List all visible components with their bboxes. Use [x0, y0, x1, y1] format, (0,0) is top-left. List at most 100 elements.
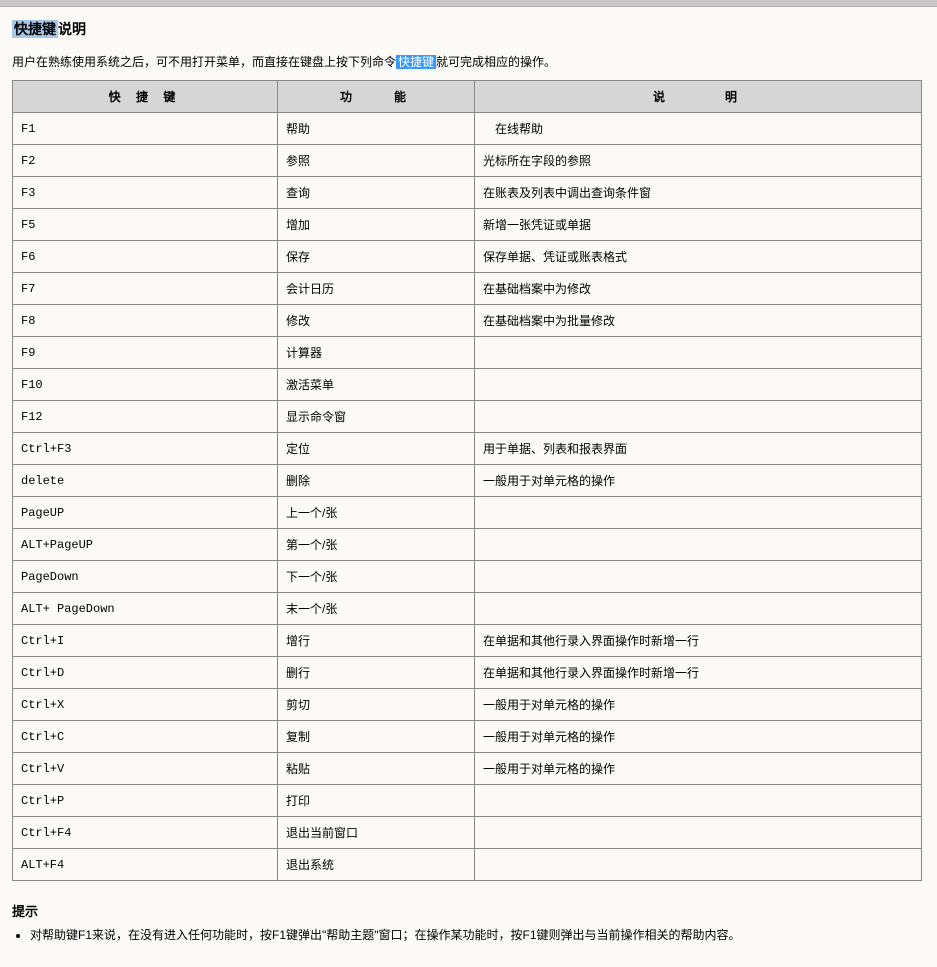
table-row: Ctrl+F4退出当前窗口: [13, 817, 922, 849]
cell-desc: [475, 593, 922, 625]
cell-key: F8: [13, 305, 278, 337]
cell-key: F10: [13, 369, 278, 401]
cell-key: F7: [13, 273, 278, 305]
cell-key: Ctrl+D: [13, 657, 278, 689]
table-header-row: 快 捷 键 功 能 说 明: [13, 81, 922, 113]
heading-rest: 说明: [58, 21, 86, 37]
cell-desc: 在基础档案中为批量修改: [475, 305, 922, 337]
cell-func: 定位: [278, 433, 475, 465]
shortcut-table: 快 捷 键 功 能 说 明 F1帮助在线帮助F2参照光标所在字段的参照F3查询在…: [12, 80, 922, 881]
cell-desc: [475, 529, 922, 561]
cell-desc: [475, 817, 922, 849]
cell-func: 显示命令窗: [278, 401, 475, 433]
cell-func: 第一个/张: [278, 529, 475, 561]
cell-desc: 用于单据、列表和报表界面: [475, 433, 922, 465]
cell-desc: 在单据和其他行录入界面操作时新增一行: [475, 657, 922, 689]
table-body: F1帮助在线帮助F2参照光标所在字段的参照F3查询在账表及列表中调出查询条件窗F…: [13, 113, 922, 881]
intro-highlight: 快捷键: [396, 55, 436, 69]
table-row: Ctrl+C复制一般用于对单元格的操作: [13, 721, 922, 753]
intro-after: 就可完成相应的操作。: [436, 55, 556, 69]
table-row: ALT+PageUP第一个/张: [13, 529, 922, 561]
table-row: F8修改在基础档案中为批量修改: [13, 305, 922, 337]
table-row: F7会计日历在基础档案中为修改: [13, 273, 922, 305]
cell-desc: [475, 369, 922, 401]
table-row: F5增加新增一张凭证或单据: [13, 209, 922, 241]
cell-func: 删除: [278, 465, 475, 497]
table-row: PageDown下一个/张: [13, 561, 922, 593]
cell-key: ALT+PageUP: [13, 529, 278, 561]
cell-func: 参照: [278, 145, 475, 177]
table-row: Ctrl+V粘贴一般用于对单元格的操作: [13, 753, 922, 785]
cell-key: F3: [13, 177, 278, 209]
cell-desc: 新增一张凭证或单据: [475, 209, 922, 241]
header-key: 快 捷 键: [13, 81, 278, 113]
cell-key: F2: [13, 145, 278, 177]
cell-desc: [475, 401, 922, 433]
cell-func: 打印: [278, 785, 475, 817]
table-row: F12显示命令窗: [13, 401, 922, 433]
cell-key: PageUP: [13, 497, 278, 529]
cell-func: 删行: [278, 657, 475, 689]
table-row: Ctrl+P打印: [13, 785, 922, 817]
tips-title: 提示: [12, 901, 925, 920]
intro-before: 用户在熟练使用系统之后，可不用打开菜单，而直接在键盘上按下列命令: [12, 55, 396, 69]
cell-func: 帮助: [278, 113, 475, 145]
cell-desc: 一般用于对单元格的操作: [475, 753, 922, 785]
cell-func: 查询: [278, 177, 475, 209]
table-row: ALT+F4退出系统: [13, 849, 922, 881]
page-heading: 快捷键说明: [12, 19, 925, 39]
cell-desc: 在线帮助: [475, 113, 922, 145]
cell-func: 计算器: [278, 337, 475, 369]
cell-desc: 一般用于对单元格的操作: [475, 689, 922, 721]
table-row: Ctrl+X剪切一般用于对单元格的操作: [13, 689, 922, 721]
cell-func: 保存: [278, 241, 475, 273]
cell-func: 复制: [278, 721, 475, 753]
cell-key: F6: [13, 241, 278, 273]
cell-func: 激活菜单: [278, 369, 475, 401]
cell-desc: [475, 785, 922, 817]
table-row: PageUP上一个/张: [13, 497, 922, 529]
heading-highlight: 快捷键: [12, 20, 58, 38]
cell-desc: [475, 849, 922, 881]
cell-key: F5: [13, 209, 278, 241]
table-row: Ctrl+D删行在单据和其他行录入界面操作时新增一行: [13, 657, 922, 689]
cell-func: 末一个/张: [278, 593, 475, 625]
cell-key: Ctrl+C: [13, 721, 278, 753]
cell-func: 会计日历: [278, 273, 475, 305]
table-row: delete删除一般用于对单元格的操作: [13, 465, 922, 497]
cell-key: PageDown: [13, 561, 278, 593]
cell-desc: 保存单据、凭证或账表格式: [475, 241, 922, 273]
table-row: F9计算器: [13, 337, 922, 369]
cell-key: ALT+ PageDown: [13, 593, 278, 625]
cell-func: 退出系统: [278, 849, 475, 881]
cell-key: Ctrl+F3: [13, 433, 278, 465]
cell-func: 退出当前窗口: [278, 817, 475, 849]
cell-func: 剪切: [278, 689, 475, 721]
cell-func: 上一个/张: [278, 497, 475, 529]
cell-func: 修改: [278, 305, 475, 337]
header-func: 功 能: [278, 81, 475, 113]
table-row: F2参照光标所在字段的参照: [13, 145, 922, 177]
table-row: F3查询在账表及列表中调出查询条件窗: [13, 177, 922, 209]
table-row: F1帮助在线帮助: [13, 113, 922, 145]
cell-key: Ctrl+I: [13, 625, 278, 657]
header-desc: 说 明: [475, 81, 922, 113]
cell-key: Ctrl+V: [13, 753, 278, 785]
cell-key: F12: [13, 401, 278, 433]
top-bar: [0, 0, 937, 7]
cell-desc: 一般用于对单元格的操作: [475, 465, 922, 497]
document-content: 快捷键说明 用户在熟练使用系统之后，可不用打开菜单，而直接在键盘上按下列命令快捷…: [0, 7, 937, 967]
table-row: F10激活菜单: [13, 369, 922, 401]
tips-list: 对帮助键F1来说，在没有进入任何功能时，按F1键弹出"帮助主题"窗口；在操作某功…: [30, 926, 925, 943]
cell-func: 增行: [278, 625, 475, 657]
cell-func: 下一个/张: [278, 561, 475, 593]
cell-key: delete: [13, 465, 278, 497]
intro-paragraph: 用户在熟练使用系统之后，可不用打开菜单，而直接在键盘上按下列命令快捷键就可完成相…: [12, 53, 925, 70]
cell-key: Ctrl+X: [13, 689, 278, 721]
cell-key: F1: [13, 113, 278, 145]
cell-desc: [475, 337, 922, 369]
cell-desc: 一般用于对单元格的操作: [475, 721, 922, 753]
cell-func: 粘贴: [278, 753, 475, 785]
cell-key: Ctrl+F4: [13, 817, 278, 849]
tip-item: 对帮助键F1来说，在没有进入任何功能时，按F1键弹出"帮助主题"窗口；在操作某功…: [30, 926, 925, 943]
